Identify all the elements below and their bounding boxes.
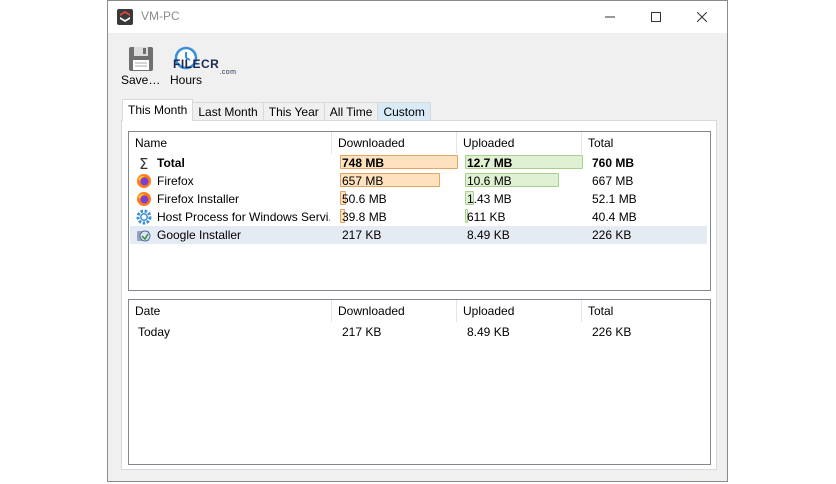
table-row-firefox[interactable]: Firefox 657 MB 10.6 MB 667 MB	[130, 172, 707, 190]
row-uploaded: 8.49 KB	[467, 228, 510, 242]
dates-list[interactable]: Date Downloaded Uploaded Total Today 217…	[128, 299, 711, 465]
svg-text:Σ: Σ	[139, 155, 148, 171]
close-button[interactable]	[679, 1, 725, 33]
row-uploaded: 1.43 MB	[467, 192, 512, 206]
minimize-icon	[605, 16, 615, 18]
sigma-icon: Σ	[139, 155, 148, 171]
save-label: Save…	[121, 73, 161, 87]
table-row-google-installer[interactable]: Google Installer 217 KB 8.49 KB 226 KB	[130, 226, 707, 244]
firefox-icon	[137, 174, 151, 188]
row-name: Firefox	[157, 174, 194, 188]
column-header-uploaded[interactable]: Uploaded	[457, 300, 582, 322]
row-downloaded: 748 MB	[342, 156, 385, 170]
gear-icon	[136, 209, 152, 225]
maximize-icon	[651, 12, 661, 22]
row-uploaded: 611 KB	[467, 210, 506, 224]
row-name: Google Installer	[157, 228, 242, 242]
row-total: 226 KB	[592, 325, 632, 339]
tab-panel: Name Downloaded Uploaded Total Σ Total 7…	[121, 120, 717, 470]
column-header-downloaded[interactable]: Downloaded	[332, 132, 457, 154]
window-title: VM-PC	[141, 9, 180, 23]
table-row-today[interactable]: Today 217 KB 8.49 KB 226 KB	[130, 323, 707, 341]
row-name: Host Process for Windows Servi...	[157, 210, 330, 224]
title-bar[interactable]: VM-PC	[108, 1, 727, 33]
row-date: Today	[138, 325, 171, 339]
tab-this-year[interactable]: This Year	[262, 102, 325, 121]
row-downloaded: 39.8 MB	[342, 210, 387, 224]
minimize-button[interactable]	[587, 1, 633, 33]
row-total: 760 MB	[592, 156, 635, 170]
column-header-total[interactable]: Total	[582, 132, 708, 154]
applications-list[interactable]: Name Downloaded Uploaded Total Σ Total 7…	[128, 131, 711, 291]
tab-custom[interactable]: Custom	[377, 102, 431, 121]
table-row-firefox-installer[interactable]: Firefox Installer 50.6 MB 1.43 MB 52.1 M…	[130, 190, 707, 208]
app-window: VM-PC Save… Hours FILECR.com This Month …	[107, 0, 728, 482]
row-total: 40.4 MB	[592, 210, 637, 224]
row-total: 226 KB	[592, 228, 632, 242]
row-name: Total	[157, 156, 185, 170]
row-uploaded: 12.7 MB	[467, 156, 513, 170]
firefox-icon	[137, 192, 151, 206]
column-header-downloaded[interactable]: Downloaded	[332, 300, 457, 322]
watermark-suffix: .com	[219, 69, 237, 76]
close-icon	[697, 12, 707, 22]
applications-header: Name Downloaded Uploaded Total	[129, 132, 710, 154]
watermark-text: FILECR	[173, 57, 220, 71]
row-downloaded: 50.6 MB	[342, 192, 387, 206]
row-downloaded: 217 KB	[342, 325, 382, 339]
tab-last-month[interactable]: Last Month	[192, 102, 264, 121]
column-header-date[interactable]: Date	[129, 300, 332, 322]
row-name: Firefox Installer	[157, 192, 240, 206]
floppy-disk-icon	[129, 47, 153, 71]
tab-all-time[interactable]: All Time	[323, 102, 379, 121]
row-total: 667 MB	[592, 174, 634, 188]
row-uploaded: 8.49 KB	[467, 325, 510, 339]
row-downloaded: 217 KB	[342, 228, 382, 242]
table-row-host-process[interactable]: Host Process for Windows Servi... 39.8 M…	[130, 208, 707, 226]
row-uploaded: 10.6 MB	[467, 174, 512, 188]
dates-header: Date Downloaded Uploaded Total	[129, 300, 710, 322]
column-header-total[interactable]: Total	[582, 300, 708, 322]
period-tabs: This Month Last Month This Year All Time…	[122, 99, 431, 121]
table-row-total[interactable]: Σ Total 748 MB 12.7 MB 760 MB	[130, 154, 707, 172]
tab-this-month[interactable]: This Month	[122, 99, 194, 121]
column-header-uploaded[interactable]: Uploaded	[457, 132, 582, 154]
hours-label: Hours	[170, 73, 203, 87]
row-downloaded: 657 MB	[342, 174, 384, 188]
installer-icon	[137, 230, 151, 242]
app-logo-icon	[117, 9, 133, 25]
maximize-button[interactable]	[633, 1, 679, 33]
column-header-name[interactable]: Name	[129, 132, 332, 154]
save-button[interactable]: Save…	[120, 43, 164, 93]
watermark-logo: FILECR.com	[173, 57, 237, 76]
row-total: 52.1 MB	[592, 192, 637, 206]
